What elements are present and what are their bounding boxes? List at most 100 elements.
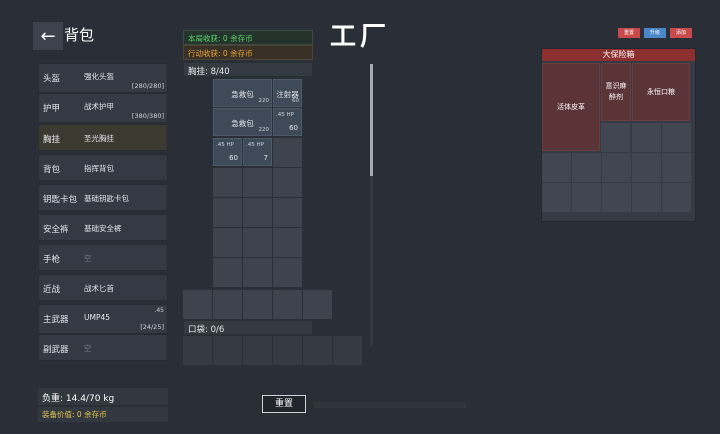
slot-item-name: UMP45 <box>84 313 111 322</box>
slot-label: 背包 <box>43 165 61 175</box>
safe-item-leather[interactable]: 活体皮革 <box>542 63 600 151</box>
item-count: 60 <box>289 124 298 132</box>
grid-cell[interactable] <box>243 336 272 365</box>
slot-label: 护甲 <box>43 104 61 114</box>
equip-slot-keycard[interactable]: 钥匙卡包 基础钥匙卡包 <box>38 184 168 211</box>
safe-grid-cell[interactable] <box>632 183 661 212</box>
slot-item-name: 指挥背包 <box>84 164 114 173</box>
item-count: 220 <box>258 98 270 104</box>
grid-cell[interactable] <box>273 198 302 227</box>
grid-cell[interactable] <box>273 290 302 319</box>
grid-cell[interactable] <box>213 168 242 197</box>
safe-grid-cell[interactable] <box>572 183 601 212</box>
pocket-capacity-header: 口袋: 0/6 <box>183 320 313 335</box>
slot-label: 头盔 <box>43 74 61 84</box>
rig-item-ammo[interactable]: .45 HP 60 <box>273 108 302 136</box>
safe-grid-cell[interactable] <box>662 153 691 182</box>
equip-slot-melee[interactable]: 近战 战术匕首 <box>38 274 168 301</box>
slot-durability: [280/280] <box>131 82 164 90</box>
slot-item-name: 圣光胸挂 <box>84 134 114 143</box>
grid-cell[interactable] <box>243 198 272 227</box>
equipment-value: 装备价值: 0 余存币 <box>38 407 168 422</box>
back-button[interactable]: ← <box>33 22 63 50</box>
slot-ammo-count: [24/25] <box>140 323 164 331</box>
arrow-left-icon: ← <box>40 25 56 47</box>
grid-cell[interactable] <box>243 168 272 197</box>
rig-item-ammo[interactable]: .45 HP 7 <box>243 138 272 166</box>
safe-grid-cell[interactable] <box>542 153 571 182</box>
safe-grid-cell[interactable] <box>632 123 661 152</box>
map-title: 工厂 <box>330 22 391 52</box>
safe-grid-cell[interactable] <box>662 183 691 212</box>
grid-cell[interactable] <box>243 228 272 257</box>
grid-cell[interactable] <box>303 336 332 365</box>
item-name: .45 HP <box>276 112 294 118</box>
safe-grid-cell[interactable] <box>572 153 601 182</box>
equip-slot-secondary-weapon[interactable]: 副武器 空 <box>38 334 168 361</box>
safe-grid-cell[interactable] <box>632 153 661 182</box>
rig-item-first-aid[interactable]: 急救包 220 <box>213 79 272 107</box>
item-count: 60 <box>292 98 299 104</box>
slot-item-name: 战术匕首 <box>84 284 114 293</box>
slot-label: 副武器 <box>43 345 69 355</box>
add-button[interactable]: 添加 <box>670 28 692 38</box>
grid-cell[interactable] <box>213 290 242 319</box>
slot-label: 近战 <box>43 285 61 295</box>
slot-item-name: 空 <box>84 254 92 263</box>
top-reset-button[interactable]: 重置 <box>618 28 640 38</box>
grid-cell[interactable] <box>243 290 272 319</box>
round-income-banner: 本局收获: 0 余存币 <box>183 30 313 45</box>
slot-item-name: 基础安全裤 <box>84 224 122 233</box>
safe-grid-cell[interactable] <box>602 153 631 182</box>
grid-cell[interactable] <box>213 198 242 227</box>
rig-item-first-aid[interactable]: 急救包 220 <box>213 108 272 136</box>
safe-grid-cell[interactable] <box>602 183 631 212</box>
grid-cell[interactable] <box>273 258 302 287</box>
item-name: 意识麻醉剂 <box>605 82 627 101</box>
item-name: 永恒口粮 <box>647 87 675 96</box>
slot-item-name: 强化头盔 <box>84 72 114 81</box>
safe-grid-cell[interactable] <box>662 123 691 152</box>
grid-cell[interactable] <box>303 290 332 319</box>
rig-item-ammo[interactable]: .45 HP 60 <box>213 138 242 166</box>
grid-cell[interactable] <box>333 336 362 365</box>
rig-capacity-header: 胸挂: 8/40 <box>183 62 313 77</box>
inventory-scroll-track[interactable] <box>370 176 373 346</box>
grid-cell[interactable] <box>273 138 302 167</box>
equip-slot-armor[interactable]: 护甲 战术护甲 [380/380] <box>38 93 168 123</box>
upgrade-button[interactable]: 升级 <box>644 28 666 38</box>
slot-label: 手枪 <box>43 255 61 265</box>
action-income-banner: 行动收获: 0 余存币 <box>183 45 313 60</box>
safe-grid-cell[interactable] <box>542 183 571 212</box>
item-name: 活体皮革 <box>557 102 585 111</box>
item-count: 7 <box>263 154 268 162</box>
page-title: 背包 <box>64 26 95 44</box>
equip-slot-backpack[interactable]: 背包 指挥背包 <box>38 154 168 181</box>
grid-cell[interactable] <box>273 228 302 257</box>
grid-cell[interactable] <box>243 258 272 287</box>
slot-label: 安全裤 <box>43 225 69 235</box>
grid-cell[interactable] <box>213 258 242 287</box>
slot-label: 主武器 <box>43 315 69 325</box>
reset-button[interactable]: 重置 <box>262 395 306 413</box>
grid-cell[interactable] <box>273 168 302 197</box>
inventory-scrollbar[interactable] <box>370 64 373 176</box>
safe-box-title: 大保险箱 <box>542 49 695 61</box>
grid-cell[interactable] <box>273 336 302 365</box>
item-count: 60 <box>229 154 238 162</box>
grid-cell[interactable] <box>213 228 242 257</box>
equip-slot-pistol[interactable]: 手枪 空 <box>38 244 168 271</box>
safe-grid-cell[interactable] <box>601 123 630 152</box>
item-name: .45 HP <box>246 142 264 148</box>
grid-cell[interactable] <box>213 336 242 365</box>
rig-item-injector[interactable]: 注射器 60 <box>273 79 302 107</box>
equip-slot-helmet[interactable]: 头盔 强化头盔 [280/280] <box>38 63 168 93</box>
safe-item-ration[interactable]: 永恒口粮 <box>632 63 690 121</box>
grid-cell[interactable] <box>183 290 212 319</box>
safe-item-anesthetic[interactable]: 意识麻醉剂 <box>601 63 631 121</box>
equip-slot-rig[interactable]: 胸挂 圣光胸挂 <box>38 124 168 151</box>
equip-slot-primary-weapon[interactable]: 主武器 UMP45 .45 [24/25] <box>38 304 168 334</box>
slot-label: 钥匙卡包 <box>43 195 78 205</box>
equip-slot-safe-pants[interactable]: 安全裤 基础安全裤 <box>38 214 168 241</box>
grid-cell[interactable] <box>183 336 212 365</box>
